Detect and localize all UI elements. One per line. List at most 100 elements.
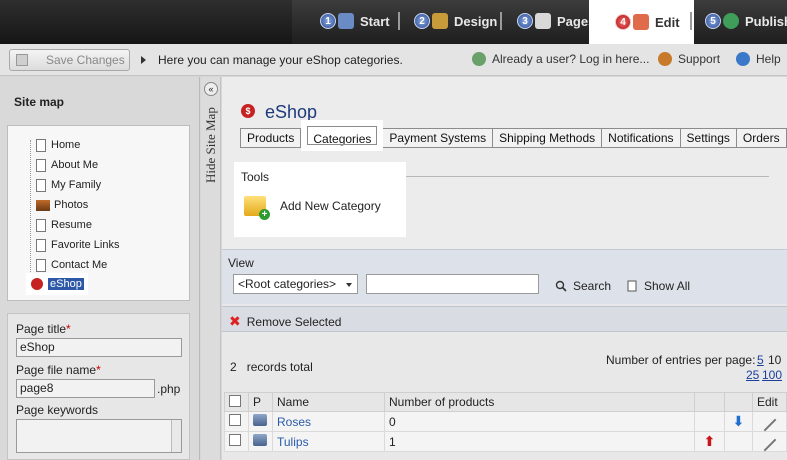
- page-icon: [36, 258, 46, 272]
- step-publish[interactable]: 5 Publish: [705, 6, 787, 36]
- wizard-bar: 1 Start 2 Design 3 Pages 4 Edit 5 Publis…: [0, 0, 787, 44]
- collapse-icon[interactable]: «: [204, 82, 218, 96]
- help-icon: [736, 52, 750, 66]
- sitemap-item-eshop[interactable]: eShop: [26, 273, 88, 295]
- category-name-link[interactable]: Roses: [277, 415, 311, 429]
- sitemap-item-label: Photos: [54, 199, 89, 211]
- tab-settings[interactable]: Settings: [680, 128, 737, 148]
- column-name[interactable]: Name: [272, 392, 385, 412]
- search-input[interactable]: [366, 274, 539, 294]
- tab-payment-systems[interactable]: Payment Systems: [383, 128, 494, 148]
- per-page-label: Number of entries per page:: [606, 353, 756, 367]
- login-link-label: Already a user? Log in here...: [492, 52, 650, 66]
- row-checkbox[interactable]: [229, 434, 241, 446]
- sitemap-item-about-me[interactable]: About Me: [36, 157, 98, 173]
- remove-selected-button[interactable]: ✖ Remove Selected: [229, 313, 341, 330]
- step-pages[interactable]: 3 Pages: [517, 6, 595, 36]
- hide-site-map-strip[interactable]: « Hide Site Map: [201, 77, 221, 460]
- arrow-down-icon[interactable]: ⬇: [733, 413, 745, 429]
- step-start[interactable]: 1 Start: [320, 6, 390, 36]
- tab-products[interactable]: Products: [240, 128, 302, 148]
- help-link[interactable]: Help: [736, 52, 781, 66]
- page-icon: [36, 158, 46, 172]
- step-number-icon: 2: [414, 13, 430, 29]
- sitemap-item-label: Contact Me: [51, 259, 108, 271]
- sitemap-item-home[interactable]: Home: [36, 137, 80, 153]
- column-move-down: [724, 392, 753, 412]
- left-panel: Site map Home About Me My Family Photos …: [0, 77, 200, 460]
- file-extension: .php: [157, 382, 181, 396]
- records-total: 2 records total: [230, 360, 313, 374]
- page-title-input[interactable]: eShop: [16, 338, 182, 357]
- sitemap-item-label: Home: [51, 139, 81, 151]
- step-design[interactable]: 2 Design: [414, 6, 497, 36]
- category-name-link[interactable]: Tulips: [277, 435, 309, 449]
- tab-notifications[interactable]: Notifications: [602, 128, 681, 148]
- arrow-up-icon[interactable]: ⬆: [704, 433, 716, 449]
- step-separator: [500, 12, 502, 30]
- page-title-label: Page title*: [16, 322, 71, 336]
- column-number-of-products[interactable]: Number of products: [384, 392, 695, 412]
- page-title-label-text: Page title: [16, 322, 67, 336]
- row-products-count: 1: [384, 431, 695, 452]
- row-checkbox[interactable]: [229, 414, 241, 426]
- users-icon: [472, 52, 486, 66]
- login-link[interactable]: Already a user? Log in here...: [472, 52, 649, 66]
- eshop-icon: [30, 277, 44, 291]
- search-button[interactable]: Search: [555, 279, 611, 293]
- page-keywords-label: Page keywords: [16, 403, 99, 417]
- page-icon: [36, 218, 46, 232]
- row-move-down-cell: ⬇: [724, 411, 753, 432]
- edit-pencil-icon[interactable]: [763, 418, 776, 431]
- category-select[interactable]: <Root categories>: [233, 274, 358, 294]
- select-all-checkbox[interactable]: [229, 394, 241, 407]
- per-page-5-link[interactable]: 5: [757, 353, 764, 367]
- page-keywords-input[interactable]: [16, 419, 182, 453]
- support-link[interactable]: Support: [658, 52, 720, 66]
- per-page-25-link[interactable]: 25: [746, 368, 759, 382]
- edit-pencil-icon[interactable]: [763, 438, 776, 451]
- sitemap-item-label: eShop: [48, 278, 84, 290]
- keywords-scrollbar[interactable]: [171, 420, 181, 452]
- per-page-10-current: 10: [768, 353, 782, 367]
- support-person-icon: [658, 52, 672, 66]
- photo-album-icon: [36, 199, 50, 211]
- step-number-icon: 5: [705, 13, 721, 29]
- column-p: P: [248, 392, 273, 412]
- per-page-100-link[interactable]: 100: [762, 368, 782, 382]
- row-move-up-cell: [694, 411, 725, 432]
- add-new-category-label: Add New Category: [280, 199, 381, 213]
- step-separator: [690, 12, 692, 30]
- remove-selected-label: Remove Selected: [246, 314, 342, 329]
- toolbar: Save Changes Here you can manage your eS…: [0, 44, 787, 76]
- step-edit[interactable]: 4 Edit: [589, 0, 694, 44]
- show-all-button[interactable]: Show All: [626, 279, 690, 293]
- tab-categories[interactable]: Categories: [301, 120, 384, 151]
- page-file-name-label: Page file name*: [16, 363, 101, 377]
- sitemap-item-favorite-links[interactable]: Favorite Links: [36, 237, 119, 253]
- tab-orders[interactable]: Orders: [736, 128, 787, 148]
- select-all-header: [224, 392, 249, 412]
- save-changes-button[interactable]: Save Changes: [9, 49, 130, 71]
- support-link-label: Support: [678, 52, 721, 66]
- pages-icon: [535, 13, 551, 29]
- tab-shipping-methods[interactable]: Shipping Methods: [493, 128, 603, 148]
- records-text: records total: [246, 360, 313, 374]
- hide-site-map-label[interactable]: Hide Site Map: [203, 107, 219, 277]
- hint-arrow-icon: [141, 56, 146, 64]
- search-icon: [555, 280, 567, 292]
- sitemap-item-photos[interactable]: Photos: [36, 197, 88, 213]
- sitemap-item-contact-me[interactable]: Contact Me: [36, 257, 107, 273]
- help-link-label: Help: [756, 52, 781, 66]
- sitemap-item-label: Resume: [51, 219, 92, 231]
- search-button-label: Search: [573, 279, 612, 293]
- sitemap-item-my-family[interactable]: My Family: [36, 177, 101, 193]
- step-publish-label: Publish: [745, 13, 787, 29]
- sitemap-item-resume[interactable]: Resume: [36, 217, 92, 233]
- column-move-up: [694, 392, 725, 412]
- main-content: $ eShop Products Categories Payment Syst…: [222, 77, 787, 460]
- table-header: P Name Number of products Edit: [224, 392, 787, 412]
- add-new-category-button[interactable]: Add New Category: [244, 196, 381, 220]
- toolbar-hint: Here you can manage your eShop categorie…: [158, 53, 403, 67]
- page-file-name-input[interactable]: page8: [16, 379, 155, 398]
